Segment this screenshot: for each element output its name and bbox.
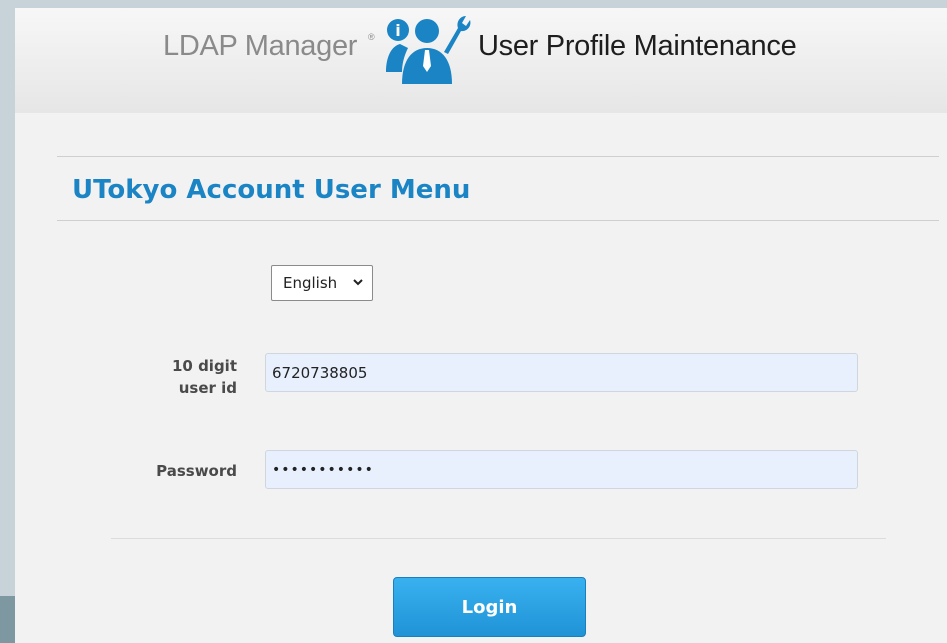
userid-field[interactable]: 6720738805 xyxy=(265,353,858,392)
chevron-down-icon xyxy=(353,279,363,286)
password-field[interactable]: ••••••••••• xyxy=(265,450,858,489)
svg-text:i: i xyxy=(395,21,400,40)
language-select[interactable]: English xyxy=(271,265,373,301)
divider xyxy=(57,220,939,221)
people-wrench-info-icon: i xyxy=(386,16,471,84)
page-title: UTokyo Account User Menu xyxy=(72,175,471,205)
divider xyxy=(111,538,886,539)
userid-label: 10 digit user id xyxy=(171,357,237,397)
divider xyxy=(57,156,939,157)
brand-name: LDAP Manager xyxy=(163,30,358,62)
product-title: User Profile Maintenance xyxy=(478,30,797,62)
registered-mark: ® xyxy=(368,32,375,42)
header: LDAP Manager ® i User Profile Maintenanc… xyxy=(15,8,947,113)
login-button[interactable]: Login xyxy=(393,577,586,637)
login-page: LDAP Manager ® i User Profile Maintenanc… xyxy=(15,8,947,643)
password-label: Password xyxy=(156,462,237,480)
language-selected-value: English xyxy=(283,274,338,292)
